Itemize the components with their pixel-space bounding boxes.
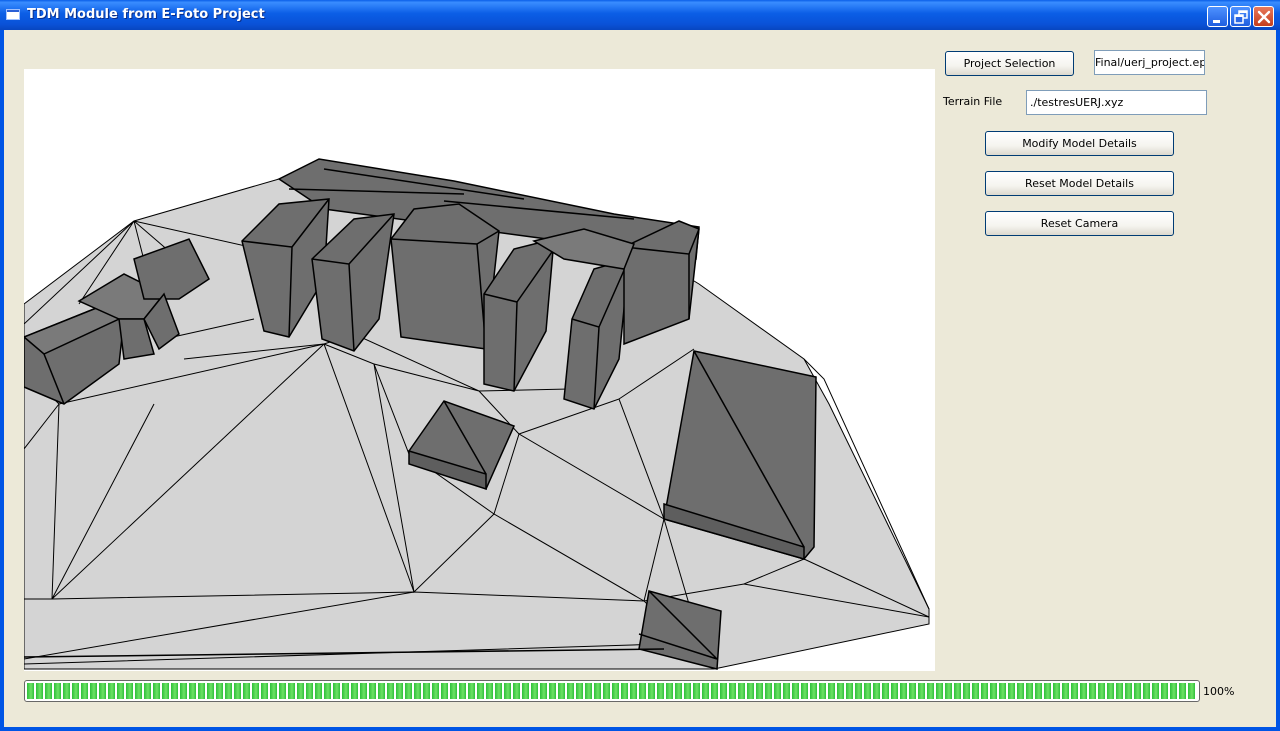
title-bar[interactable]: TDM Module from E-Foto Project [0, 0, 1280, 30]
window-title: TDM Module from E-Foto Project [27, 7, 265, 22]
app-icon [6, 9, 20, 20]
terrain-file-label: Terrain File [943, 95, 1003, 108]
terrain-file-field[interactable]: ./testresUERJ.xyz [1026, 90, 1207, 115]
modify-model-details-button[interactable]: Modify Model Details [985, 131, 1174, 156]
progress-bar [24, 680, 1200, 702]
reset-camera-button[interactable]: Reset Camera [985, 211, 1174, 236]
close-button[interactable] [1253, 6, 1274, 27]
minimize-icon [1213, 20, 1220, 23]
terrain-3d-viewport[interactable] [24, 69, 935, 671]
app-window: TDM Module from E-Foto Project Project S… [0, 0, 1280, 731]
restore-button[interactable] [1230, 6, 1251, 27]
project-path-field[interactable]: Final/uerj_project.epp [1094, 50, 1205, 75]
close-icon [1257, 10, 1271, 24]
project-selection-button[interactable]: Project Selection [945, 51, 1074, 76]
progress-bar-fill [27, 683, 1197, 699]
main-client-area: Project Selection Final/uerj_project.epp… [4, 30, 1276, 727]
terrain-model-render [24, 158, 930, 670]
minimize-button[interactable] [1207, 6, 1228, 27]
restore-icon [1234, 10, 1248, 24]
reset-model-details-button[interactable]: Reset Model Details [985, 171, 1174, 196]
progress-percent-label: 100% [1203, 685, 1235, 698]
